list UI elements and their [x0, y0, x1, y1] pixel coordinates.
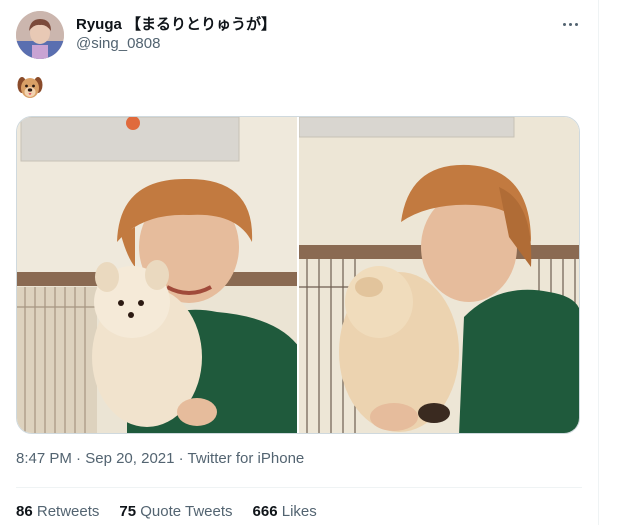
column-border — [598, 0, 599, 525]
likes-stat[interactable]: 666 Likes — [253, 503, 317, 520]
meta-separator: · — [76, 450, 82, 467]
photo-1[interactable] — [17, 117, 297, 433]
more-options-icon[interactable] — [556, 12, 584, 36]
engagement-stats: 86 Retweets 75 Quote Tweets 666 Likes — [16, 503, 337, 520]
display-name[interactable]: Ryuga 【まるりとりゅうが】 — [76, 13, 276, 34]
retweets-count: 86 — [16, 503, 33, 520]
tweet-time[interactable]: 8:47 PM — [16, 450, 72, 467]
quote-tweets-count: 75 — [119, 503, 137, 520]
retweets-label: Retweets — [36, 503, 100, 520]
user-handle[interactable]: @sing_0808 — [76, 35, 160, 52]
dog-face-icon — [16, 74, 44, 102]
likes-count: 666 — [252, 503, 278, 520]
tweet-date[interactable]: Sep 20, 2021 — [85, 450, 174, 467]
user-name-row[interactable]: Ryuga 【まるりとりゅうが】 — [76, 13, 276, 34]
photo-2[interactable] — [299, 117, 579, 433]
avatar-image — [16, 11, 64, 59]
avatar[interactable] — [16, 11, 64, 59]
quote-tweets-stat[interactable]: 75 Quote Tweets — [119, 503, 232, 520]
retweets-stat[interactable]: 86 Retweets — [16, 503, 99, 520]
tweet-source[interactable]: Twitter for iPhone — [188, 450, 305, 467]
tweet-timestamp: 8:47 PM · Sep 20, 2021 · Twitter for iPh… — [16, 450, 304, 467]
quote-tweets-label: Quote Tweets — [140, 503, 233, 520]
media-grid — [16, 116, 580, 434]
divider — [16, 487, 582, 488]
likes-label: Likes — [281, 503, 317, 520]
meta-separator: · — [178, 450, 184, 467]
tweet-detail: Ryuga 【まるりとりゅうが】 @sing_0808 8:47 PM · Se… — [0, 0, 598, 525]
